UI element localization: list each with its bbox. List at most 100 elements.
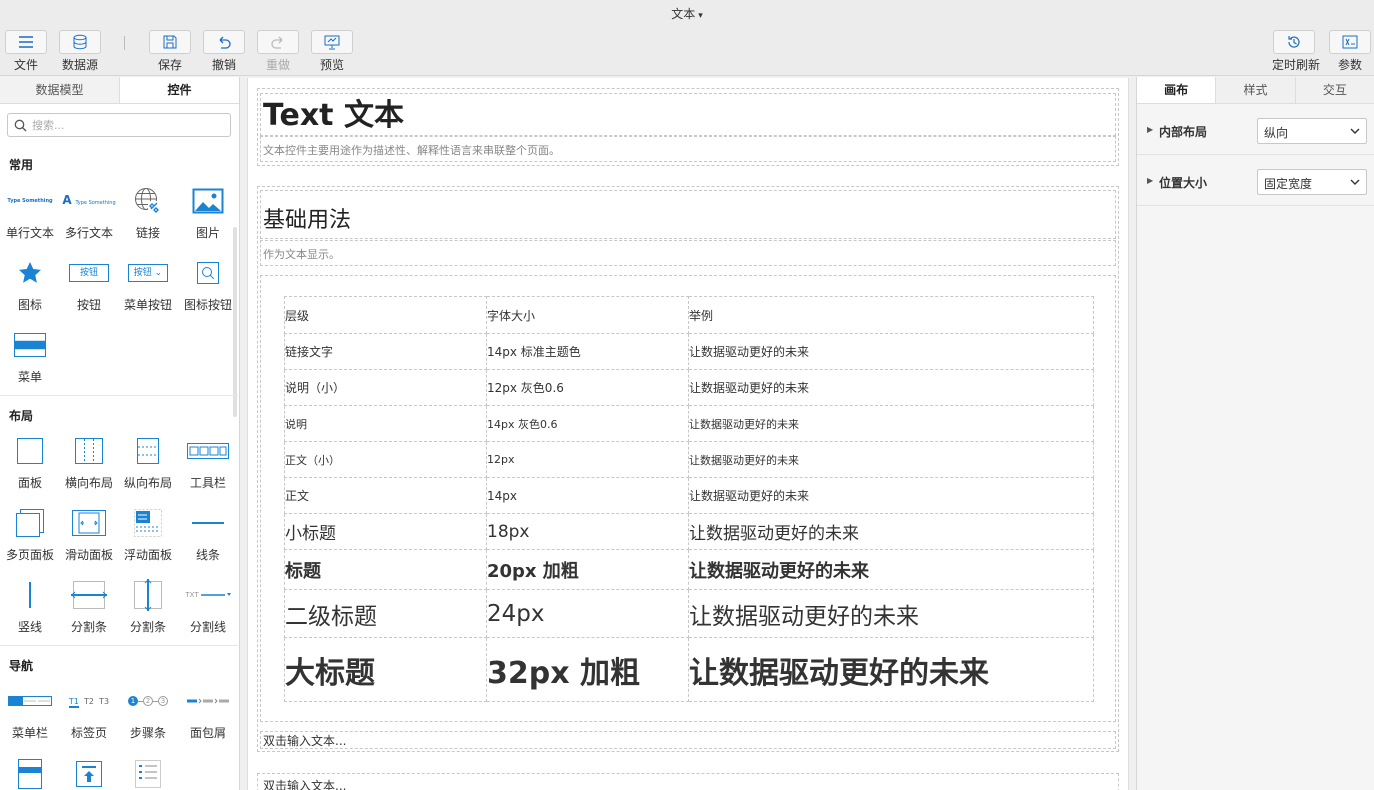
widget-image[interactable]: 图片 (178, 184, 238, 241)
table-cell[interactable]: 让数据驱动更好的未来 (688, 441, 1094, 478)
table-row[interactable]: 小标题 18px 让数据驱动更好的未来 (284, 513, 1094, 550)
widget-multi-page-panel[interactable]: 多页面板 (0, 506, 60, 563)
table-cell[interactable]: 14px 灰色0.6 (486, 405, 689, 442)
design-canvas[interactable]: Text 文本 文本控件主要用途作为描述性、解释性语言来串联整个页面。 基础用法… (247, 78, 1129, 790)
widget-link[interactable]: 链接 (118, 184, 178, 241)
datasource-button[interactable]: 数据源 (58, 30, 102, 72)
next-section-container[interactable] (257, 773, 1119, 790)
table-cell[interactable]: 24px (486, 589, 689, 638)
widget-tabs[interactable]: T1 T2 T3 标签页 (59, 684, 119, 741)
redo-button[interactable]: 重做 (256, 30, 300, 72)
widget-back-top[interactable] (59, 757, 119, 790)
section-desc-box[interactable] (260, 240, 1116, 266)
table-cell[interactable]: 二级标题 (284, 589, 487, 638)
widget-steps[interactable]: 1 2 3 步骤条 (118, 684, 178, 741)
prop-inner-layout[interactable]: ▶ 内部布局 纵向 (1137, 105, 1374, 155)
widget-divider[interactable]: TXT 分割线 (178, 578, 238, 635)
caret-right-icon[interactable]: ▶ (1147, 176, 1153, 185)
table-cell[interactable]: 让数据驱动更好的未来 (688, 333, 1094, 370)
preview-button[interactable]: 预览 (310, 30, 354, 72)
tab-style[interactable]: 样式 (1215, 77, 1295, 103)
tab-interaction[interactable]: 交互 (1294, 77, 1374, 103)
table-row[interactable]: 说明（小） 12px 灰色0.6 让数据驱动更好的未来 (284, 369, 1094, 406)
widget-button[interactable]: 按钮 按钮 (59, 256, 119, 313)
widget-splitter-v[interactable]: 分割条 (118, 578, 178, 635)
table-header-cell[interactable]: 层级 (284, 296, 487, 334)
table-cell[interactable]: 让数据驱动更好的未来 (688, 477, 1094, 514)
table-row[interactable]: 说明 14px 灰色0.6 让数据驱动更好的未来 (284, 405, 1094, 442)
table-cell[interactable]: 说明（小） (284, 369, 487, 406)
table-row[interactable]: 二级标题 24px 让数据驱动更好的未来 (284, 589, 1094, 638)
table-cell[interactable]: 正文（小） (284, 441, 487, 478)
table-cell[interactable]: 32px 加粗 (486, 637, 689, 702)
inner-layout-select[interactable]: 纵向 (1257, 118, 1367, 144)
table-cell[interactable]: 标题 (284, 549, 487, 590)
widget-menu[interactable]: 菜单 (0, 328, 60, 385)
search-input[interactable] (32, 117, 222, 133)
widget-horizontal-layout[interactable]: 横向布局 (59, 434, 119, 491)
table-cell[interactable]: 12px (486, 441, 689, 478)
widget-anchor[interactable] (118, 757, 178, 790)
tab-data-model[interactable]: 数据模型 (0, 77, 119, 103)
table-header-cell[interactable]: 字体大小 (486, 296, 689, 334)
table-row[interactable]: 大标题 32px 加粗 让数据驱动更好的未来 (284, 637, 1094, 702)
window-title[interactable]: 文本 (671, 7, 695, 21)
page-title[interactable]: Text 文本 (263, 98, 404, 134)
table-cell[interactable]: 18px (486, 513, 689, 550)
table-cell[interactable]: 让数据驱动更好的未来 (688, 405, 1094, 442)
table-row[interactable]: 正文（小） 12px 让数据驱动更好的未来 (284, 441, 1094, 478)
page-description[interactable]: 文本控件主要用途作为描述性、解释性语言来串联整个页面。 (263, 142, 560, 158)
text-placeholder-box[interactable] (260, 731, 1116, 749)
widget-line[interactable]: 线条 (178, 506, 238, 563)
widget-vertical-line[interactable]: 竖线 (0, 578, 60, 635)
file-button[interactable]: 文件 (4, 30, 48, 72)
widget-icon[interactable]: 图标 (0, 256, 60, 313)
table-cell[interactable]: 让数据驱动更好的未来 (688, 637, 1094, 702)
table-cell[interactable]: 20px 加粗 (486, 549, 689, 590)
table-header-row[interactable]: 层级 字体大小 举例 (284, 296, 1094, 334)
params-button[interactable]: 参数 (1328, 30, 1372, 72)
table-cell[interactable]: 让数据驱动更好的未来 (688, 513, 1094, 550)
widget-sliding-panel[interactable]: 滑动面板 (59, 506, 119, 563)
table-cell[interactable]: 让数据驱动更好的未来 (688, 549, 1094, 590)
prop-position-size[interactable]: ▶ 位置大小 固定宽度 (1137, 156, 1374, 206)
widget-menubar[interactable]: 菜单栏 (0, 684, 60, 741)
timed-refresh-button[interactable]: 定时刷新 (1272, 30, 1320, 72)
text-placeholder[interactable]: 双击输入文本... (263, 777, 346, 790)
table-cell[interactable]: 说明 (284, 405, 487, 442)
table-row[interactable]: 链接文字 14px 标准主题色 让数据驱动更好的未来 (284, 333, 1094, 370)
chevron-down-icon[interactable]: ▾ (698, 11, 703, 21)
table-cell[interactable]: 让数据驱动更好的未来 (688, 369, 1094, 406)
table-cell[interactable]: 链接文字 (284, 333, 487, 370)
text-placeholder[interactable]: 双击输入文本... (263, 732, 346, 749)
tab-canvas[interactable]: 画布 (1137, 77, 1216, 103)
table-row[interactable]: 正文 14px 让数据驱动更好的未来 (284, 477, 1094, 514)
widget-menu-button[interactable]: 按钮 ⌄ 菜单按钮 (118, 256, 178, 313)
section-description[interactable]: 作为文本显示。 (263, 246, 340, 262)
widget-vertical-layout[interactable]: 纵向布局 (118, 434, 178, 491)
widget-breadcrumb[interactable]: 面包屑 (178, 684, 238, 741)
table-row[interactable]: 标题 20px 加粗 让数据驱动更好的未来 (284, 549, 1094, 590)
typography-table[interactable]: 层级 字体大小 举例 链接文字 14px 标准主题色 让数据驱动更好的未来 说明… (284, 296, 1094, 702)
section-title[interactable]: 基础用法 (263, 202, 351, 234)
tab-widgets[interactable]: 控件 (119, 77, 239, 103)
caret-right-icon[interactable]: ▶ (1147, 125, 1153, 134)
table-cell[interactable]: 让数据驱动更好的未来 (688, 589, 1094, 638)
table-cell[interactable]: 12px 灰色0.6 (486, 369, 689, 406)
widget-splitter-h[interactable]: 分割条 (59, 578, 119, 635)
table-header-cell[interactable]: 举例 (688, 296, 1094, 334)
widget-nav-menu[interactable] (0, 757, 60, 790)
widget-floating-panel[interactable]: 浮动面板 (118, 506, 178, 563)
table-cell[interactable]: 大标题 (284, 637, 487, 702)
table-cell[interactable]: 小标题 (284, 513, 487, 550)
widget-multi-text[interactable]: A Type Something 多行文本 (59, 184, 119, 241)
table-cell[interactable]: 14px (486, 477, 689, 514)
table-cell[interactable]: 正文 (284, 477, 487, 514)
widget-toolbar[interactable]: 工具栏 (178, 434, 238, 491)
table-cell[interactable]: 14px 标准主题色 (486, 333, 689, 370)
widget-panel-item[interactable]: 面板 (0, 434, 60, 491)
section-title-box[interactable] (260, 190, 1116, 239)
undo-button[interactable]: 撤销 (202, 30, 246, 72)
position-size-select[interactable]: 固定宽度 (1257, 169, 1367, 195)
widget-single-text[interactable]: Type Something 单行文本 (0, 184, 60, 241)
